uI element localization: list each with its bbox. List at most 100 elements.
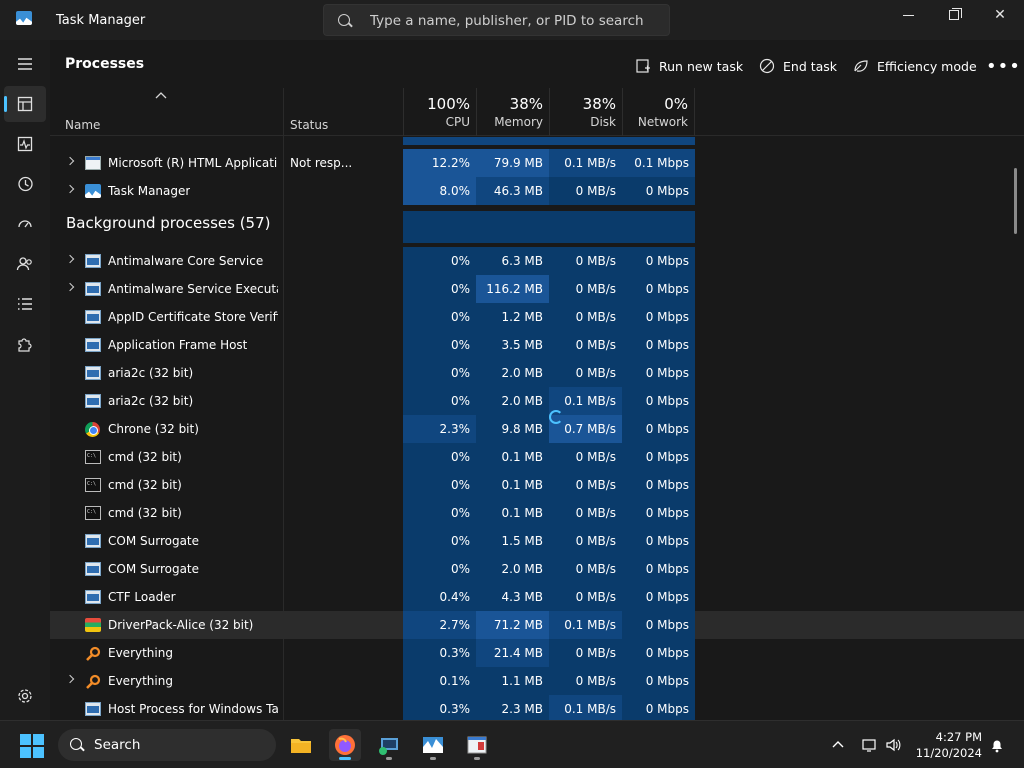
process-row[interactable]: Application Frame Host 0% 3.5 MB 0 MB/s 0 Mb…	[50, 331, 1024, 359]
task-manager-icon	[16, 11, 32, 25]
nav-users[interactable]	[4, 246, 46, 282]
process-search-box[interactable]	[323, 4, 670, 36]
page-title: Processes	[65, 56, 145, 72]
column-memory[interactable]: 38% Memory	[476, 88, 549, 136]
expand-chevron-icon[interactable]	[65, 156, 75, 166]
search-input[interactable]	[370, 11, 660, 31]
taskbar-search[interactable]: Search	[58, 729, 276, 761]
process-network: 0 Mbps	[622, 303, 695, 331]
task-manager-taskbar-button[interactable]	[417, 729, 449, 761]
process-disk: 0 MB/s	[549, 247, 622, 275]
process-row-partial[interactable]	[50, 137, 1024, 145]
process-row[interactable]: Antimalware Service Executable 0%116.2 MB…	[50, 275, 1024, 303]
process-row[interactable]: Task Manager 8.0% 46.3 MB 0 MB/s 0 Mbps	[50, 177, 1024, 205]
process-row[interactable]: cmd (32 bit) 0%0.1 MB0 MB/s0 Mbps	[50, 499, 1024, 527]
efficiency-mode-button[interactable]: Efficiency mode	[853, 55, 977, 77]
nav-app-history[interactable]	[4, 166, 46, 202]
process-row[interactable]: Everything 0.3% 21.4 MB 0 MB/s 0 Mbps	[50, 639, 1024, 667]
firefox-taskbar-button[interactable]	[329, 729, 361, 761]
process-memory: 71.2 MB	[476, 611, 549, 639]
restore-icon	[949, 8, 962, 20]
process-name: Application Frame Host	[108, 338, 248, 352]
process-row[interactable]: COM Surrogate 0% 1.5 MB 0 MB/s 0 Mbps	[50, 527, 1024, 555]
windows-logo-pane	[33, 747, 44, 758]
close-button[interactable]: ✕	[977, 0, 1023, 30]
end-task-button[interactable]: End task	[759, 55, 837, 77]
process-disk: 0 MB/s	[549, 331, 622, 359]
expand-chevron-icon[interactable]	[65, 282, 75, 292]
startup-gauge-icon	[18, 220, 32, 228]
run-new-task-button[interactable]: Run new task	[635, 55, 743, 77]
column-cpu[interactable]: 100% CPU	[403, 88, 476, 136]
hamburger-menu-button[interactable]	[4, 46, 46, 82]
system-clock[interactable]: 4:27 PM 11/20/2024	[912, 729, 982, 761]
process-disk: 0 MB/s	[549, 527, 622, 555]
sort-ascending-icon	[155, 92, 167, 99]
column-name[interactable]: Name	[65, 118, 100, 132]
process-memory: 0.1 MB	[476, 471, 549, 499]
notification-bell-icon[interactable]	[989, 737, 1005, 753]
column-disk[interactable]: 38% Disk	[549, 88, 622, 136]
expand-chevron-icon[interactable]	[65, 254, 75, 264]
process-row[interactable]: aria2c (32 bit) 0% 2.0 MB 0.1 MB/s 0 Mbps	[50, 387, 1024, 415]
clock-time: 4:27 PM	[935, 730, 982, 744]
process-name: DriverPack-Alice (32 bit)	[108, 618, 254, 632]
nav-startup-apps[interactable]	[4, 206, 46, 242]
maximize-button[interactable]	[931, 0, 977, 30]
expand-chevron-icon[interactable]	[65, 674, 75, 684]
process-row[interactable]: Antimalware Core Service 0% 6.3 MB 0 MB/s 0 …	[50, 247, 1024, 275]
process-row[interactable]: Microsoft (R) HTML Applicati... Not resp.…	[50, 149, 1024, 177]
column-network[interactable]: 0% Network	[622, 88, 695, 136]
expand-chevron-icon[interactable]	[65, 184, 75, 194]
process-row[interactable]: CTF Loader 0.4% 4.3 MB 0 MB/s 0 Mbps	[50, 583, 1024, 611]
remote-desktop-taskbar-button[interactable]	[373, 729, 405, 761]
nav-services[interactable]	[4, 326, 46, 362]
minimize-button[interactable]	[885, 0, 931, 30]
chevron-up-icon[interactable]	[830, 737, 846, 753]
nav-details[interactable]	[4, 286, 46, 322]
process-memory	[476, 137, 549, 145]
process-row[interactable]: AppID Certificate Store Verific... 0%1.2 …	[50, 303, 1024, 331]
everything-icon	[86, 674, 101, 689]
process-row[interactable]: aria2c (32 bit) 0% 2.0 MB 0 MB/s 0 Mbps	[50, 359, 1024, 387]
process-name: Chrone (32 bit)	[108, 422, 199, 436]
process-disk: 0 MB/s	[549, 177, 622, 205]
end-task-icon	[759, 58, 775, 74]
process-row[interactable]: COM Surrogate 0% 2.0 MB 0 MB/s 0 Mbps	[50, 555, 1024, 583]
start-button[interactable]	[20, 734, 44, 758]
nav-performance[interactable]	[4, 126, 46, 162]
process-row[interactable]: Host Process for Windows Tasks 0.3%2.3 MB…	[50, 695, 1024, 720]
process-row[interactable]: cmd (32 bit) 0%0.1 MB0 MB/s0 Mbps	[50, 443, 1024, 471]
nav-processes[interactable]	[4, 86, 46, 122]
vertical-scrollbar[interactable]	[1014, 168, 1017, 234]
process-row[interactable]: Everything 0.1% 1.1 MB 0 MB/s 0 Mbps	[50, 667, 1024, 695]
network-icon[interactable]	[862, 737, 878, 753]
background-processes-group: Background processes (57)	[50, 211, 1024, 243]
process-name: Microsoft (R) HTML Applicati...	[108, 156, 278, 170]
process-disk: 0 MB/s	[549, 499, 622, 527]
process-name: CTF Loader	[108, 590, 176, 604]
column-status[interactable]: Status	[290, 118, 328, 132]
process-row[interactable]: DriverPack-Alice (32 bit) 2.7% 71.2 MB 0.1 …	[50, 611, 1024, 639]
hta-app-taskbar-button[interactable]	[461, 729, 493, 761]
service-icon	[85, 590, 101, 604]
process-name: COM Surrogate	[108, 562, 200, 576]
more-options-button[interactable]: •••	[986, 56, 1021, 77]
process-memory: 2.0 MB	[476, 555, 549, 583]
process-cpu: 0.3%	[403, 639, 476, 667]
process-cpu: 0.4%	[403, 583, 476, 611]
process-row[interactable]: cmd (32 bit) 0%0.1 MB0 MB/s0 Mbps	[50, 471, 1024, 499]
column-header: Name Status 100% CPU 38% Memory 38% Disk…	[50, 88, 1024, 136]
process-row[interactable]: Chrone (32 bit) 2.3% 9.8 MB 0.7 MB/s 0 Mbps	[50, 415, 1024, 443]
close-icon: ✕	[994, 7, 1006, 23]
process-name: COM Surrogate	[108, 534, 200, 548]
nav-settings[interactable]	[4, 678, 46, 714]
disk-column-label: Disk	[590, 115, 616, 129]
process-cpu: 0%	[403, 555, 476, 583]
volume-icon[interactable]	[885, 737, 901, 753]
task-manager-icon	[85, 184, 101, 198]
memory-column-label: Memory	[494, 115, 543, 129]
service-icon	[85, 338, 101, 352]
navigation-rail	[0, 40, 50, 720]
file-explorer-taskbar-button[interactable]	[285, 729, 317, 761]
